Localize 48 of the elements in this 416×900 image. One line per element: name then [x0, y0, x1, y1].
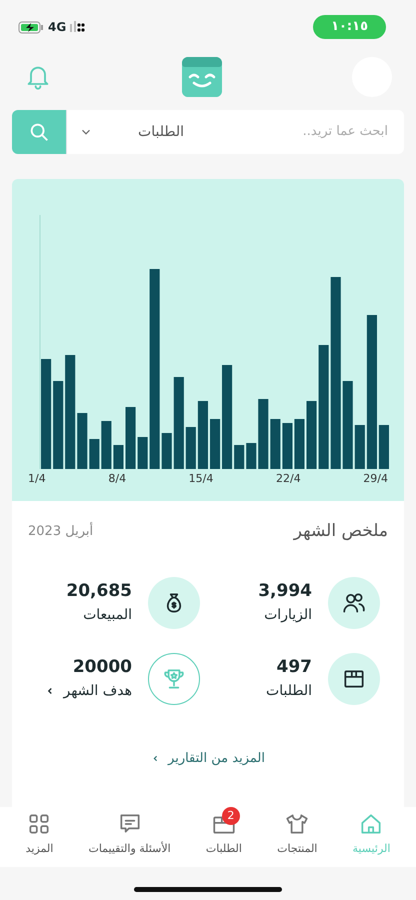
axis-label: 22/4 — [276, 471, 301, 487]
axis-label: 15/4 — [188, 471, 214, 487]
stat-label: الزيارات — [263, 606, 312, 625]
goal-link[interactable]: هدف الشهر — [45, 680, 132, 702]
axis-label: 1/4 — [28, 471, 46, 487]
chart-bar — [306, 401, 317, 469]
chart-bar — [258, 399, 268, 469]
stat-value: 20,685 — [66, 580, 132, 604]
chart-bar — [198, 401, 208, 469]
tab[interactable]: المزيد — [8, 811, 71, 867]
stat-value: 20000 — [72, 656, 132, 680]
chart-bar — [126, 407, 136, 469]
chart-bar — [162, 433, 172, 469]
axis-label: 8/4 — [108, 471, 126, 487]
summary-title: ملخص الشهر — [294, 520, 388, 543]
signal-icon — [70, 21, 86, 33]
smiling-box-logo-icon — [182, 57, 222, 97]
stat-label: الطلبات — [266, 682, 312, 701]
notification-count: 2 — [222, 807, 240, 825]
search-icon — [28, 121, 50, 143]
period-text: أبريل 2023 — [28, 522, 94, 541]
chart-bar — [186, 427, 196, 469]
chart-bar — [282, 423, 292, 469]
chart-bar — [294, 419, 304, 469]
search-button[interactable] — [12, 110, 66, 154]
stat-label: المبيعات — [82, 606, 132, 625]
time-text: ١٠:١٥ — [313, 15, 386, 39]
chart-bar — [270, 419, 280, 469]
chart-bar — [378, 425, 389, 469]
axis-label: 29/4 — [363, 471, 388, 487]
search-field[interactable]: ابحث عما تريد.. — [196, 110, 404, 154]
chart-bar — [210, 419, 220, 469]
category-dropdown[interactable]: الطلبات — [66, 110, 196, 154]
tab[interactable]: المنتجات — [260, 811, 335, 867]
chart-bar — [234, 445, 244, 469]
stat-value: 3,994 — [258, 580, 312, 604]
tab[interactable]: الأسئلة والتقييمات — [70, 811, 188, 867]
chart-bar — [246, 443, 256, 469]
chart-bar — [101, 421, 112, 469]
battery-charging-icon — [18, 20, 44, 34]
chart-bar — [89, 439, 100, 469]
chart-bar — [354, 425, 365, 469]
chart-bar — [77, 413, 88, 469]
chart-bar — [113, 445, 124, 469]
network-text: 4G — [48, 19, 66, 36]
chart-bar — [138, 437, 148, 469]
more-reports-link[interactable]: المزيد من التقارير — [151, 748, 265, 768]
stat-value: 497 — [276, 656, 312, 680]
